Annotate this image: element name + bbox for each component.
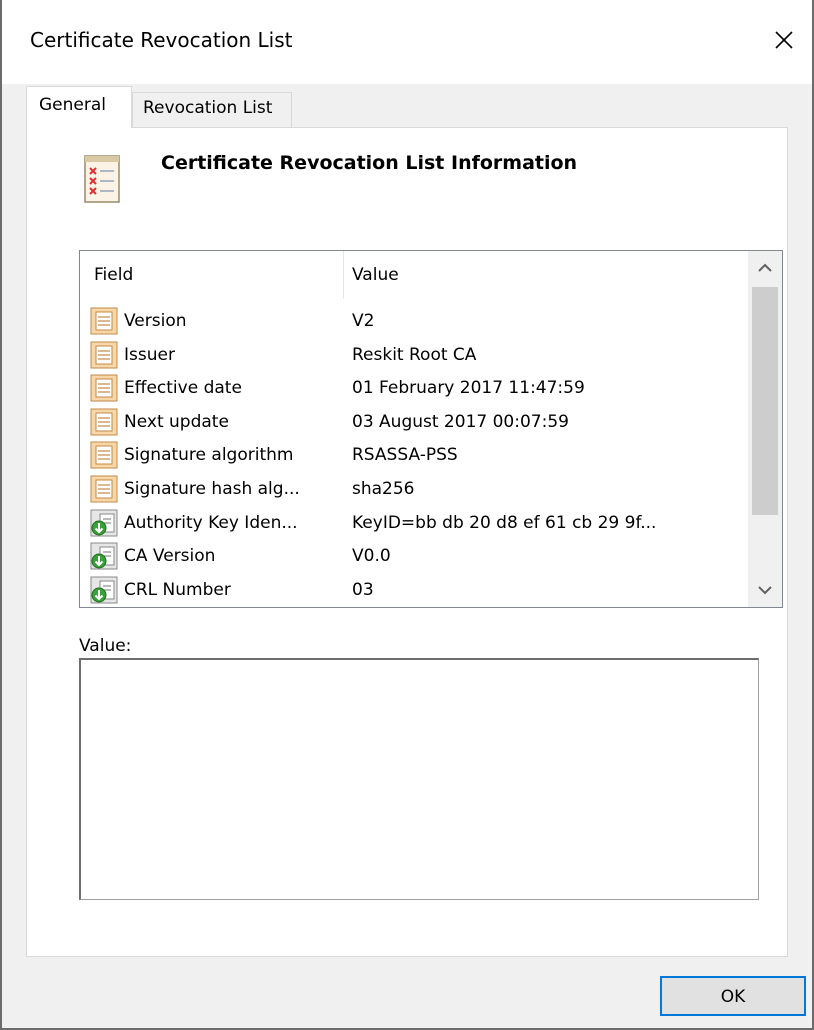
chevron-down-icon	[758, 586, 772, 595]
field-property-icon	[90, 408, 118, 436]
field-value: KeyID=bb db 20 d8 ef 61 cb 29 9f...	[352, 512, 657, 533]
field-name: Issuer	[124, 344, 175, 365]
window-title: Certificate Revocation List	[30, 28, 293, 52]
field-name: CA Version	[124, 546, 216, 567]
extension-icon	[90, 542, 118, 570]
scroll-thumb[interactable]	[752, 287, 778, 515]
field-value: V0.0	[352, 546, 391, 567]
field-property-icon	[90, 341, 118, 369]
field-name: Effective date	[124, 378, 242, 399]
list-item[interactable]: Signature hash alg... sha256	[80, 473, 720, 507]
value-textbox[interactable]	[79, 658, 759, 900]
field-value: V2	[352, 311, 375, 331]
field-property-icon	[90, 307, 118, 335]
close-icon	[775, 31, 793, 49]
column-divider[interactable]	[343, 251, 344, 299]
field-property-icon	[90, 475, 118, 503]
field-name: Version	[124, 311, 187, 331]
chevron-up-icon	[758, 263, 772, 272]
list-item[interactable]: Issuer Reskit Root CA	[80, 339, 720, 373]
vertical-scrollbar[interactable]	[748, 251, 782, 607]
field-list[interactable]: Field Value Version V2 Issuer Reskit Roo…	[79, 250, 783, 608]
field-value: RSASSA-PSS	[352, 445, 458, 466]
value-label: Value:	[79, 636, 132, 656]
column-header-field[interactable]: Field	[94, 265, 133, 285]
info-heading: Certificate Revocation List Information	[161, 152, 578, 174]
field-name: CRL Number	[124, 579, 231, 600]
field-property-icon	[90, 441, 118, 469]
field-value: 03	[352, 579, 374, 600]
crl-document-icon	[83, 154, 125, 206]
list-item[interactable]: CA Version V0.0	[80, 540, 720, 574]
tab-general[interactable]: General	[26, 86, 132, 128]
field-name: Signature algorithm	[124, 445, 294, 466]
close-button[interactable]	[762, 18, 806, 62]
list-item[interactable]: Signature algorithm RSASSA-PSS	[80, 439, 720, 473]
field-name: Signature hash alg...	[124, 478, 300, 499]
list-header: Field Value	[80, 251, 720, 299]
extension-icon	[90, 509, 118, 537]
tab-revocation-list[interactable]: Revocation List	[132, 92, 292, 128]
field-name: Next update	[124, 411, 229, 432]
field-name: Authority Key Iden...	[124, 512, 298, 533]
list-item[interactable]: Next update 03 August 2017 00:07:59	[80, 406, 720, 440]
field-value: sha256	[352, 478, 415, 499]
column-header-value[interactable]: Value	[352, 265, 399, 285]
scroll-up-button[interactable]	[748, 251, 782, 285]
list-item[interactable]: Authority Key Iden... KeyID=bb db 20 d8 …	[80, 507, 720, 541]
field-rows: Version V2 Issuer Reskit Root CA Effecti…	[80, 305, 720, 607]
ok-button[interactable]: OK	[660, 976, 806, 1016]
list-item[interactable]: Effective date 01 February 2017 11:47:59	[80, 372, 720, 406]
certificate-revocation-list-dialog: Certificate Revocation List General Revo…	[0, 0, 814, 1030]
field-property-icon	[90, 374, 118, 402]
extension-icon	[90, 576, 118, 604]
scroll-down-button[interactable]	[748, 573, 782, 607]
list-item[interactable]: Version V2	[80, 305, 720, 339]
field-value: 01 February 2017 11:47:59	[352, 378, 585, 399]
general-tab-panel: Certificate Revocation List Information …	[26, 127, 788, 957]
list-item[interactable]: CRL Number 03	[80, 574, 720, 607]
title-bar: Certificate Revocation List	[2, 0, 812, 84]
field-value: Reskit Root CA	[352, 344, 477, 365]
field-value: 03 August 2017 00:07:59	[352, 411, 569, 432]
